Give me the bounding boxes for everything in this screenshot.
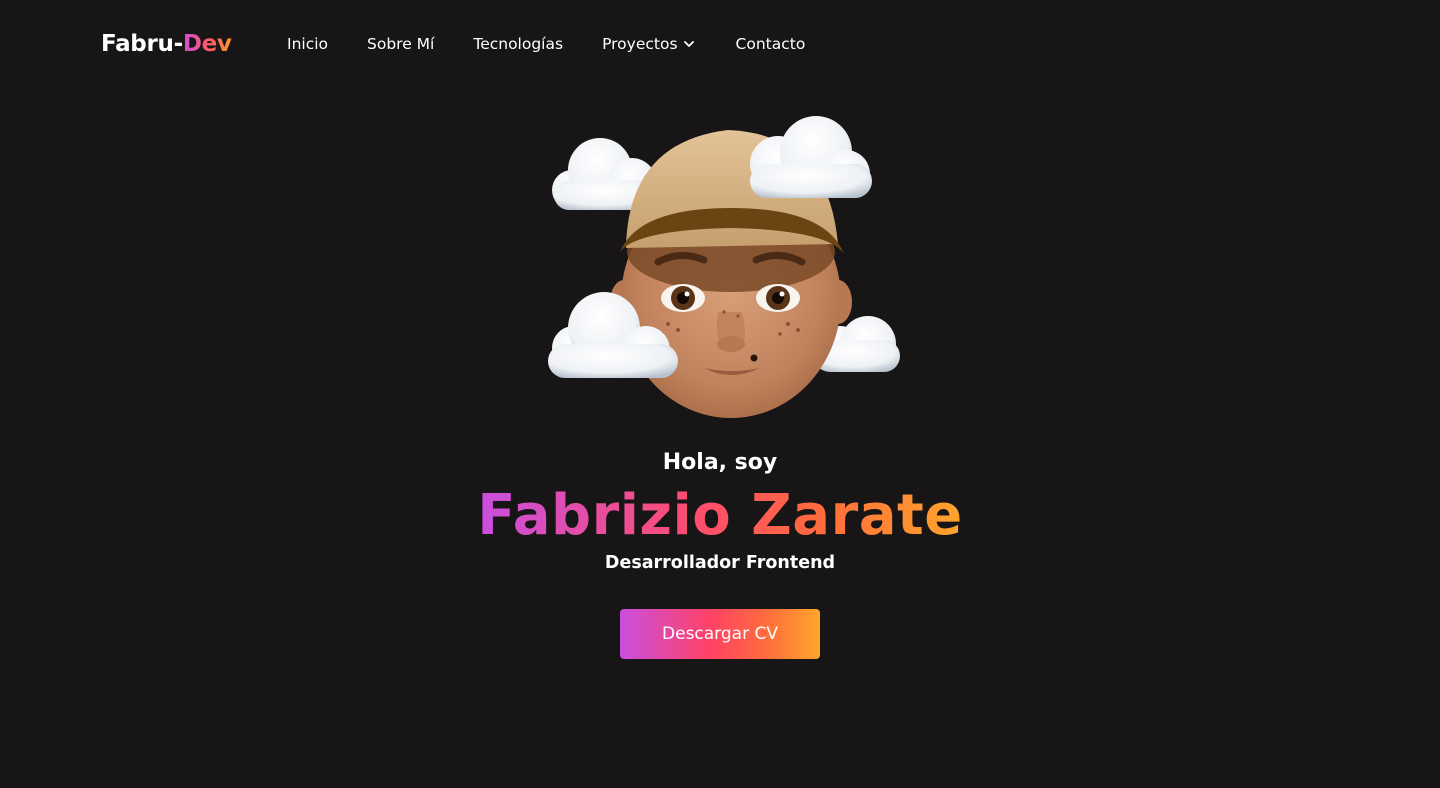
nav-link-contacto[interactable]: Contacto bbox=[736, 33, 806, 55]
navbar: Fabru-Dev Inicio Sobre Mí Tecnologías Pr… bbox=[0, 0, 1440, 88]
cloud-front-right bbox=[750, 116, 872, 198]
avatar-image bbox=[548, 116, 900, 418]
logo-accent: Dev bbox=[182, 31, 232, 57]
hero-role: Desarrollador Frontend bbox=[604, 553, 836, 573]
nav-link-proyectos[interactable]: Proyectos bbox=[602, 33, 694, 55]
hero-greeting: Hola, soy bbox=[662, 450, 778, 475]
download-cv-button[interactable]: Descargar CV bbox=[620, 609, 820, 659]
nav-link-sobre-mi[interactable]: Sobre Mí bbox=[367, 33, 434, 55]
nav-link-tecnologias[interactable]: Tecnologías bbox=[473, 33, 563, 55]
hero-name-text: Fabrizio Zarate bbox=[477, 483, 963, 548]
nav-link-inicio[interactable]: Inicio bbox=[287, 33, 328, 55]
nav-link-proyectos-label: Proyectos bbox=[602, 35, 678, 53]
chevron-down-icon bbox=[683, 41, 694, 47]
site-logo[interactable]: Fabru-Dev bbox=[101, 29, 232, 59]
nav-links: Inicio Sobre Mí Tecnologías Proyectos Co… bbox=[287, 33, 805, 55]
hero-name: Fabrizio Zarate bbox=[0, 480, 1440, 552]
logo-prefix: Fabru- bbox=[101, 31, 183, 57]
